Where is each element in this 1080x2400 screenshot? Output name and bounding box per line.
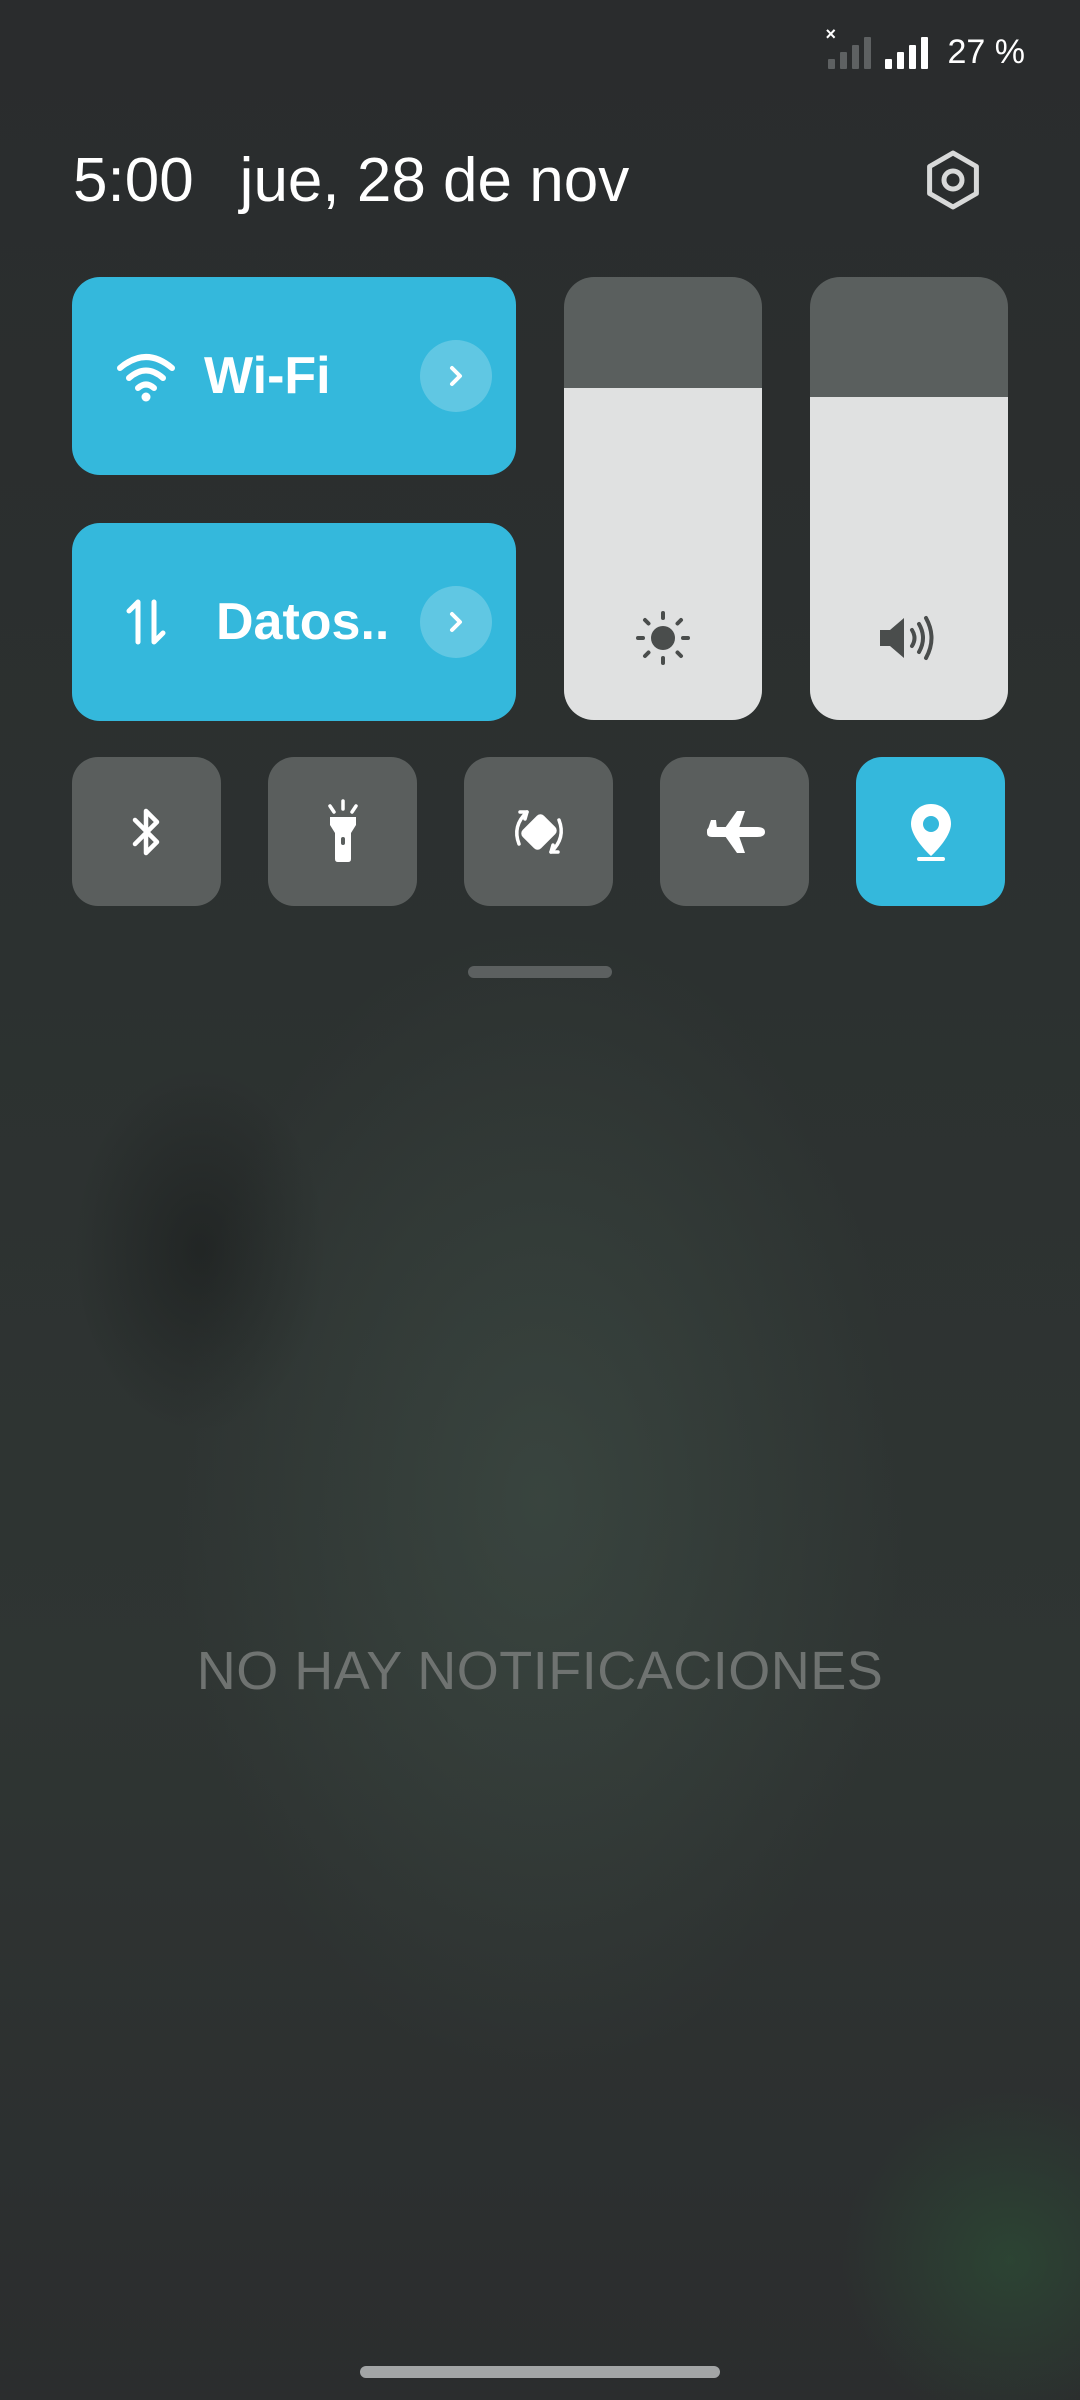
clock[interactable]: 5:00 <box>73 145 194 216</box>
no-notifications-text: NO HAY NOTIFICACIONES <box>196 1641 884 1701</box>
wifi-details-button[interactable] <box>420 340 492 412</box>
brightness-slider-fill <box>564 387 762 720</box>
date[interactable]: jue, 28 de nov <box>240 145 630 216</box>
no-service-icon: × <box>825 24 837 44</box>
chevron-right-icon <box>450 366 462 386</box>
sun-icon <box>564 606 762 670</box>
auto-rotate-toggle[interactable] <box>464 757 613 906</box>
mobile-data-icon <box>116 592 176 652</box>
wifi-tile[interactable]: Wi-Fi <box>72 277 516 475</box>
mobile-data-details-button[interactable] <box>420 586 492 658</box>
panel-drag-handle[interactable] <box>468 966 612 978</box>
location-toggle[interactable] <box>856 757 1005 906</box>
settings-button[interactable] <box>917 144 989 216</box>
quick-settings-header: 5:00 jue, 28 de nov <box>73 140 1025 220</box>
mobile-data-tile[interactable]: Datos.. <box>72 523 516 721</box>
airplane-mode-toggle[interactable] <box>660 757 809 906</box>
bluetooth-toggle[interactable] <box>72 757 221 906</box>
flashlight-toggle[interactable] <box>268 757 417 906</box>
volume-slider[interactable] <box>810 277 1008 720</box>
airplane-icon <box>706 810 765 853</box>
flashlight-icon <box>327 798 358 862</box>
sim2-signal-icon <box>884 35 928 69</box>
chevron-right-icon <box>450 612 462 632</box>
bluetooth-icon <box>132 808 159 855</box>
mobile-data-label: Datos.. <box>216 593 390 651</box>
speaker-icon <box>810 606 1008 670</box>
volume-slider-fill <box>810 396 1008 720</box>
wifi-label: Wi-Fi <box>204 347 331 405</box>
home-indicator[interactable] <box>360 2366 720 2378</box>
battery-percentage: 27 % <box>947 32 1026 71</box>
location-icon <box>910 803 951 861</box>
rotate-icon <box>514 809 563 854</box>
wifi-icon <box>116 346 176 406</box>
sim1-signal-icon: × <box>826 25 871 69</box>
gear-icon <box>927 150 979 210</box>
status-bar: × 27 % <box>826 25 1026 76</box>
brightness-slider[interactable] <box>564 277 762 720</box>
